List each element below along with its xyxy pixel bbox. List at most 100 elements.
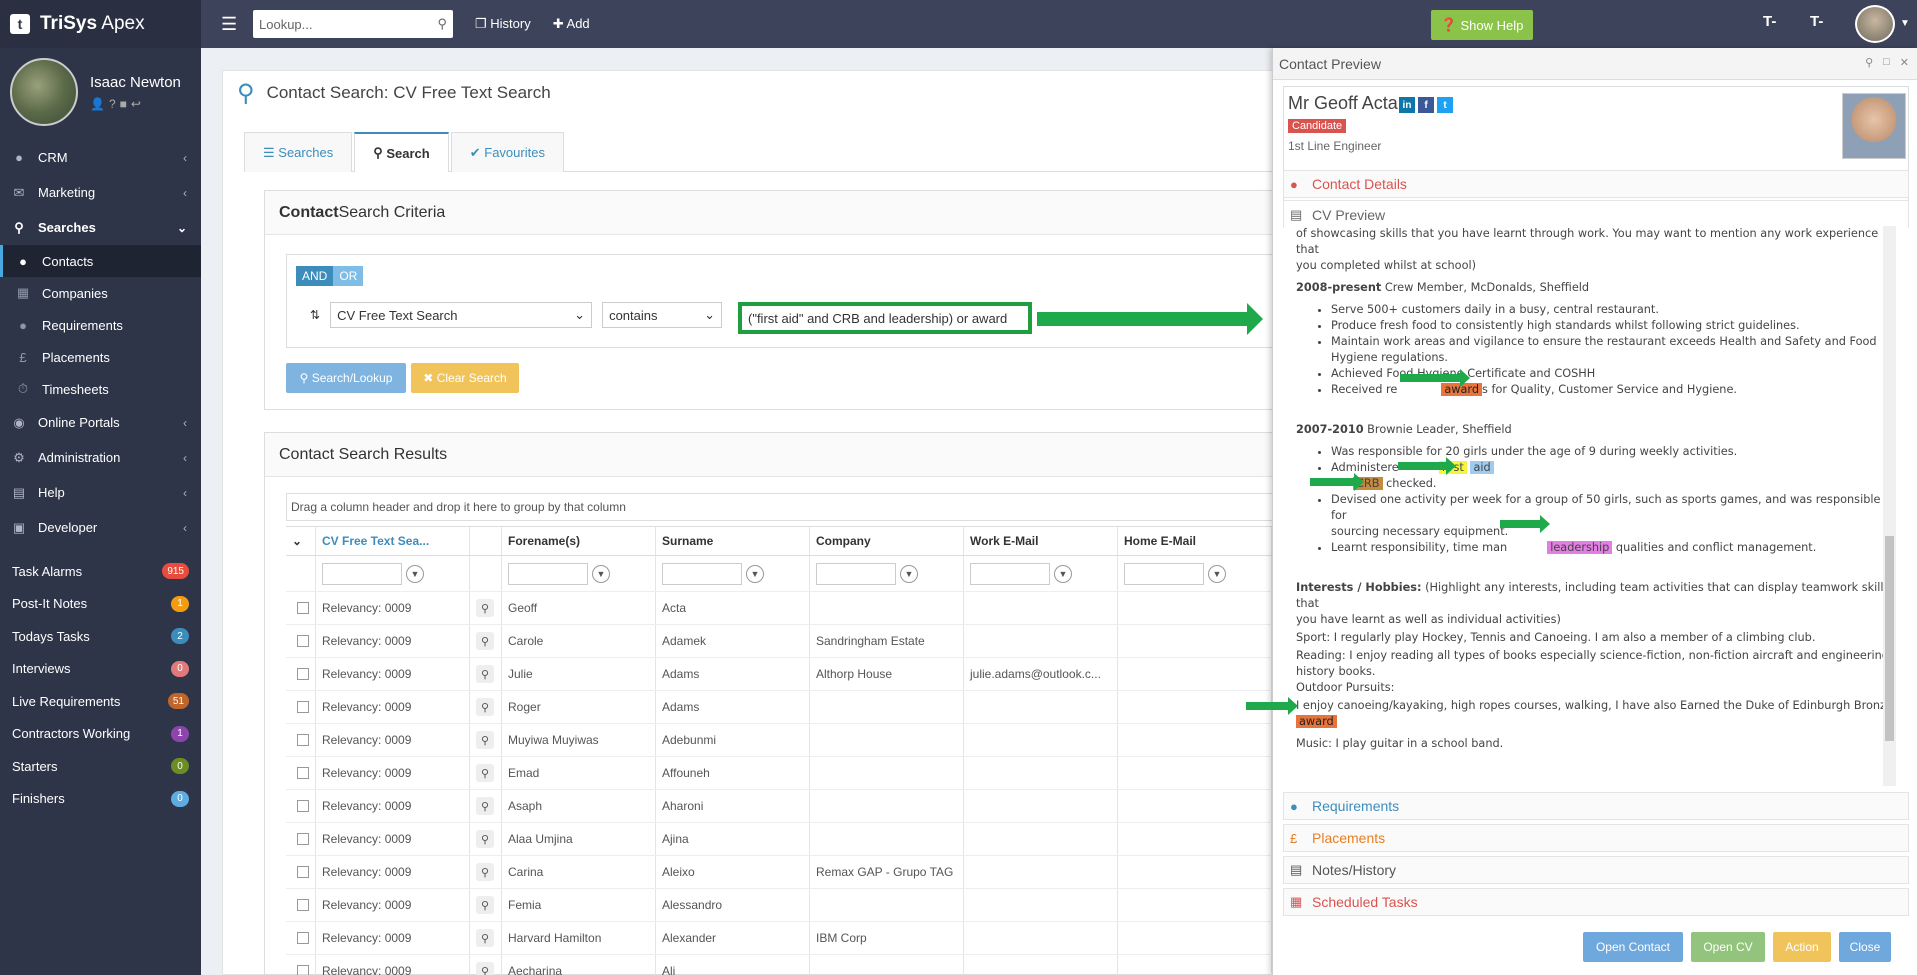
field-select[interactable]: CV Free Text Search ⌄ bbox=[330, 302, 593, 328]
row-checkbox[interactable] bbox=[297, 668, 309, 680]
nav-item-developer[interactable]: ▣ Developer ‹ bbox=[0, 510, 201, 545]
top-user-avatar[interactable] bbox=[1855, 5, 1895, 43]
alarm-task-alarms[interactable]: Task Alarms 915 bbox=[0, 555, 201, 588]
chevron-down-icon[interactable]: ▼ bbox=[1900, 18, 1910, 29]
table-row[interactable]: Relevancy: 0009 ⚲ Femia Alessandro bbox=[286, 889, 1276, 922]
alarm-contractors-working[interactable]: Contractors Working 1 bbox=[0, 718, 201, 751]
filter-input[interactable] bbox=[662, 562, 742, 585]
filter-icon[interactable]: ▼ bbox=[592, 564, 610, 583]
alarm-interviews[interactable]: Interviews 0 bbox=[0, 653, 201, 686]
twitter-icon[interactable]: t bbox=[1437, 97, 1453, 113]
section-notes-history[interactable]: ▤ Notes/History bbox=[1283, 856, 1909, 884]
table-row[interactable]: Relevancy: 0009 ⚲ Geoff Acta bbox=[286, 592, 1276, 625]
nav-sub-timesheets[interactable]: ⏱ Timesheets bbox=[0, 373, 201, 405]
alarm-post-it-notes[interactable]: Post-It Notes 1 bbox=[0, 588, 201, 621]
table-row[interactable]: Relevancy: 0009 ⚲ Carina Aleixo Remax GAP - … bbox=[286, 856, 1276, 889]
filter-icon[interactable]: ▼ bbox=[1054, 564, 1072, 583]
row-checkbox[interactable] bbox=[297, 800, 309, 812]
and-button[interactable]: AND bbox=[296, 266, 334, 286]
clear-search-button[interactable]: ✖ Clear Search bbox=[411, 363, 519, 393]
help-icon[interactable]: ? bbox=[109, 97, 116, 111]
menu-toggle-icon[interactable]: ☰ bbox=[221, 14, 241, 35]
table-row[interactable]: Relevancy: 0009 ⚲ Alaa Umjina Ajina bbox=[286, 823, 1276, 856]
user-avatar[interactable] bbox=[10, 58, 78, 126]
cv-scrollbar[interactable] bbox=[1883, 226, 1896, 786]
filter-icon[interactable]: ▼ bbox=[746, 564, 764, 583]
nav-item-searches[interactable]: ⚲ Searches ⌄ bbox=[0, 210, 201, 245]
alarm-todays-tasks[interactable]: Todays Tasks 2 bbox=[0, 620, 201, 653]
nav-sub-placements[interactable]: £ Placements bbox=[0, 341, 201, 373]
col-work-email[interactable]: Work E-Mail bbox=[964, 527, 1118, 555]
alarm-starters[interactable]: Starters 0 bbox=[0, 750, 201, 783]
section-scheduled-tasks[interactable]: ▦ Scheduled Tasks bbox=[1283, 888, 1909, 916]
magnifier-icon[interactable]: ⚲ bbox=[476, 698, 494, 716]
alarm-finishers[interactable]: Finishers 0 bbox=[0, 783, 201, 816]
filter-input[interactable] bbox=[322, 562, 402, 585]
magnifier-icon[interactable]: ⚲ bbox=[476, 797, 494, 815]
col-cv-free-text[interactable]: CV Free Text Sea... bbox=[316, 527, 470, 555]
filter-icon[interactable]: ▼ bbox=[406, 564, 424, 583]
table-row[interactable]: Relevancy: 0009 ⚲ Harvard Hamilton Alexande… bbox=[286, 922, 1276, 955]
font-decrease-button[interactable]: T- bbox=[1763, 13, 1776, 30]
lock-icon[interactable]: ■ bbox=[120, 97, 127, 111]
nav-sub-requirements[interactable]: ● Requirements bbox=[0, 309, 201, 341]
nav-sub-companies[interactable]: ▦ Companies bbox=[0, 277, 201, 309]
facebook-icon[interactable]: f bbox=[1418, 97, 1434, 113]
magnifier-icon[interactable]: ⚲ bbox=[476, 665, 494, 683]
col-company[interactable]: Company bbox=[810, 527, 964, 555]
action-button[interactable]: Action bbox=[1773, 932, 1831, 962]
free-text-input[interactable]: ("first aid" and CRB and leadership) or … bbox=[738, 302, 1032, 334]
linkedin-icon[interactable]: in bbox=[1399, 97, 1415, 113]
magnifier-icon[interactable]: ⚲ bbox=[476, 731, 494, 749]
close-icon[interactable]: ✕ bbox=[1900, 56, 1909, 69]
filter-input[interactable] bbox=[508, 562, 588, 585]
nav-sub-contacts[interactable]: ● Contacts bbox=[0, 245, 201, 277]
row-checkbox[interactable] bbox=[297, 602, 309, 614]
table-row[interactable]: Relevancy: 0009 ⚲ Muyiwa Muyiwas Adebunmi bbox=[286, 724, 1276, 757]
nav-item-online-portals[interactable]: ◉ Online Portals ‹ bbox=[0, 405, 201, 440]
tab-favourites[interactable]: ✔ Favourites bbox=[450, 132, 564, 172]
filter-input[interactable] bbox=[1124, 562, 1204, 585]
nav-item-help[interactable]: ▤ Help ‹ bbox=[0, 475, 201, 510]
table-row[interactable]: Relevancy: 0009 ⚲ Emad Affouneh bbox=[286, 757, 1276, 790]
col-surname[interactable]: Surname bbox=[656, 527, 810, 555]
table-row[interactable]: Relevancy: 0009 ⚲ Asaph Aharoni bbox=[286, 790, 1276, 823]
close-button[interactable]: Close bbox=[1839, 932, 1891, 962]
filter-icon[interactable]: ▼ bbox=[900, 564, 918, 583]
table-row[interactable]: Relevancy: 0009 ⚲ Carole Adamek Sandringham … bbox=[286, 625, 1276, 658]
operator-select[interactable]: contains ⌄ bbox=[602, 302, 723, 328]
magnifier-icon[interactable]: ⚲ bbox=[476, 764, 494, 782]
col-home-email[interactable]: Home E-Mail bbox=[1118, 527, 1272, 555]
table-row[interactable]: Relevancy: 0009 ⚲ Roger Adams bbox=[286, 691, 1276, 724]
nav-item-administration[interactable]: ⚙ Administration ‹ bbox=[0, 440, 201, 475]
maximize-icon[interactable]: □ bbox=[1883, 56, 1890, 69]
font-increase-button[interactable]: T- bbox=[1810, 13, 1823, 30]
brand[interactable]: t TriSys Apex bbox=[0, 0, 201, 48]
open-contact-button[interactable]: Open Contact bbox=[1583, 932, 1683, 962]
magnifier-icon[interactable]: ⚲ bbox=[476, 929, 494, 947]
sort-icon[interactable]: ⇅ bbox=[310, 308, 320, 322]
filter-input[interactable] bbox=[816, 562, 896, 585]
nav-item-crm[interactable]: ● CRM ‹ bbox=[0, 140, 201, 175]
lookup-input[interactable]: Lookup... ⚲ bbox=[253, 10, 453, 38]
row-checkbox[interactable] bbox=[297, 767, 309, 779]
section-cv-preview[interactable]: ▤ CV Preview bbox=[1283, 200, 1909, 228]
row-checkbox[interactable] bbox=[297, 866, 309, 878]
col-forename[interactable]: Forename(s) bbox=[502, 527, 656, 555]
table-row[interactable]: Relevancy: 0009 ⚲ Aecharina Ali bbox=[286, 955, 1276, 975]
row-checkbox[interactable] bbox=[297, 635, 309, 647]
row-checkbox[interactable] bbox=[297, 932, 309, 944]
add-button[interactable]: ✚ Add bbox=[553, 16, 590, 32]
magnifier-icon[interactable]: ⚲ bbox=[476, 599, 494, 617]
row-checkbox[interactable] bbox=[297, 701, 309, 713]
user-icon[interactable]: 👤 bbox=[90, 97, 105, 111]
alarm-live-requirements[interactable]: Live Requirements 51 bbox=[0, 685, 201, 718]
section-requirements[interactable]: ● Requirements bbox=[1283, 792, 1909, 820]
show-help-button[interactable]: ❓ Show Help bbox=[1431, 10, 1533, 40]
row-checkbox[interactable] bbox=[297, 833, 309, 845]
filter-input[interactable] bbox=[970, 562, 1050, 585]
row-checkbox[interactable] bbox=[297, 899, 309, 911]
history-button[interactable]: ❐ History bbox=[475, 16, 531, 32]
magnifier-icon[interactable]: ⚲ bbox=[476, 863, 494, 881]
magnifier-icon[interactable]: ⚲ bbox=[476, 962, 494, 975]
